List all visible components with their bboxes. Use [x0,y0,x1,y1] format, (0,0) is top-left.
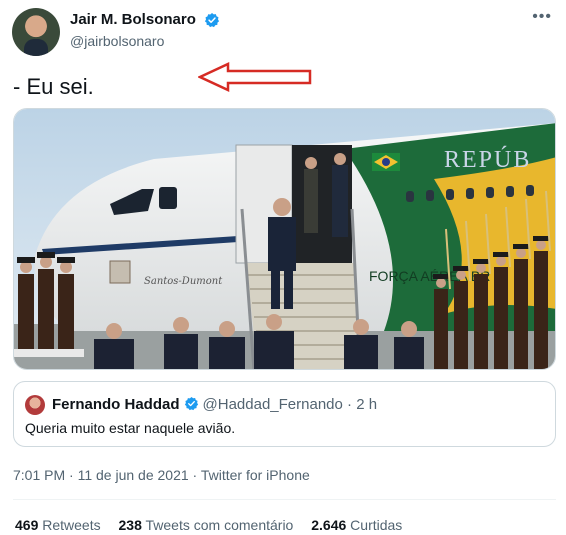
author-header[interactable]: Jair M. Bolsonaro [70,11,220,29]
tweet: Jair M. Bolsonaro @jairbolsonaro ••• - E… [0,0,566,535]
likes-label: Curtidas [350,517,403,533]
quoted-tweet-text: Queria muito estar naquele avião. [25,420,236,436]
quote-tweets-label: Tweets com comentário [145,517,294,533]
retweets-stat[interactable]: 469 Retweets [15,517,101,533]
quoted-author-handle[interactable]: @Haddad_Fernando [203,396,343,413]
airplane-photo: REPÚB FORÇA AÉREA BR Santos-Dumont [14,109,555,369]
verified-badge-icon [205,12,220,27]
tweet-timestamp[interactable]: 7:01 PM · 11 de jun de 2021 · Twitter fo… [13,467,310,483]
quoted-tweet-header: Fernando Haddad @Haddad_Fernando · 2 h [52,396,377,413]
plane-lower-lettering: FORÇA AÉREA BR [369,268,490,284]
divider [13,499,556,500]
quote-tweets-count: 238 [118,517,142,533]
quoted-author-avatar[interactable] [25,395,45,415]
tweet-media-photo[interactable]: REPÚB FORÇA AÉREA BR Santos-Dumont [13,108,556,370]
quoted-tweet[interactable]: Fernando Haddad @Haddad_Fernando · 2 h Q… [13,381,556,447]
retweets-count: 469 [15,517,39,533]
author-handle[interactable]: @jairbolsonaro [70,33,164,49]
plane-script-lettering: Santos-Dumont [144,276,223,287]
quoted-verified-badge-icon [184,396,198,411]
likes-stat[interactable]: 2.646 Curtidas [311,517,402,533]
author-avatar[interactable] [12,8,60,56]
likes-count: 2.646 [311,517,347,533]
red-arrow-annotation [198,62,312,92]
author-display-name[interactable]: Jair M. Bolsonaro [70,11,196,28]
quoted-author-display-name[interactable]: Fernando Haddad [52,396,180,413]
tweet-stats: 469 Retweets 238 Tweets com comentário 2… [15,517,416,533]
retweets-label: Retweets [42,517,101,533]
tweet-text: - Eu sei. [13,74,94,99]
plane-side-lettering: REPÚB [444,146,531,173]
quoted-separator: · [347,396,353,413]
quote-tweets-stat[interactable]: 238 Tweets com comentário [119,517,294,533]
more-options-icon[interactable]: ••• [532,8,552,26]
quoted-tweet-age[interactable]: 2 h [356,396,377,413]
